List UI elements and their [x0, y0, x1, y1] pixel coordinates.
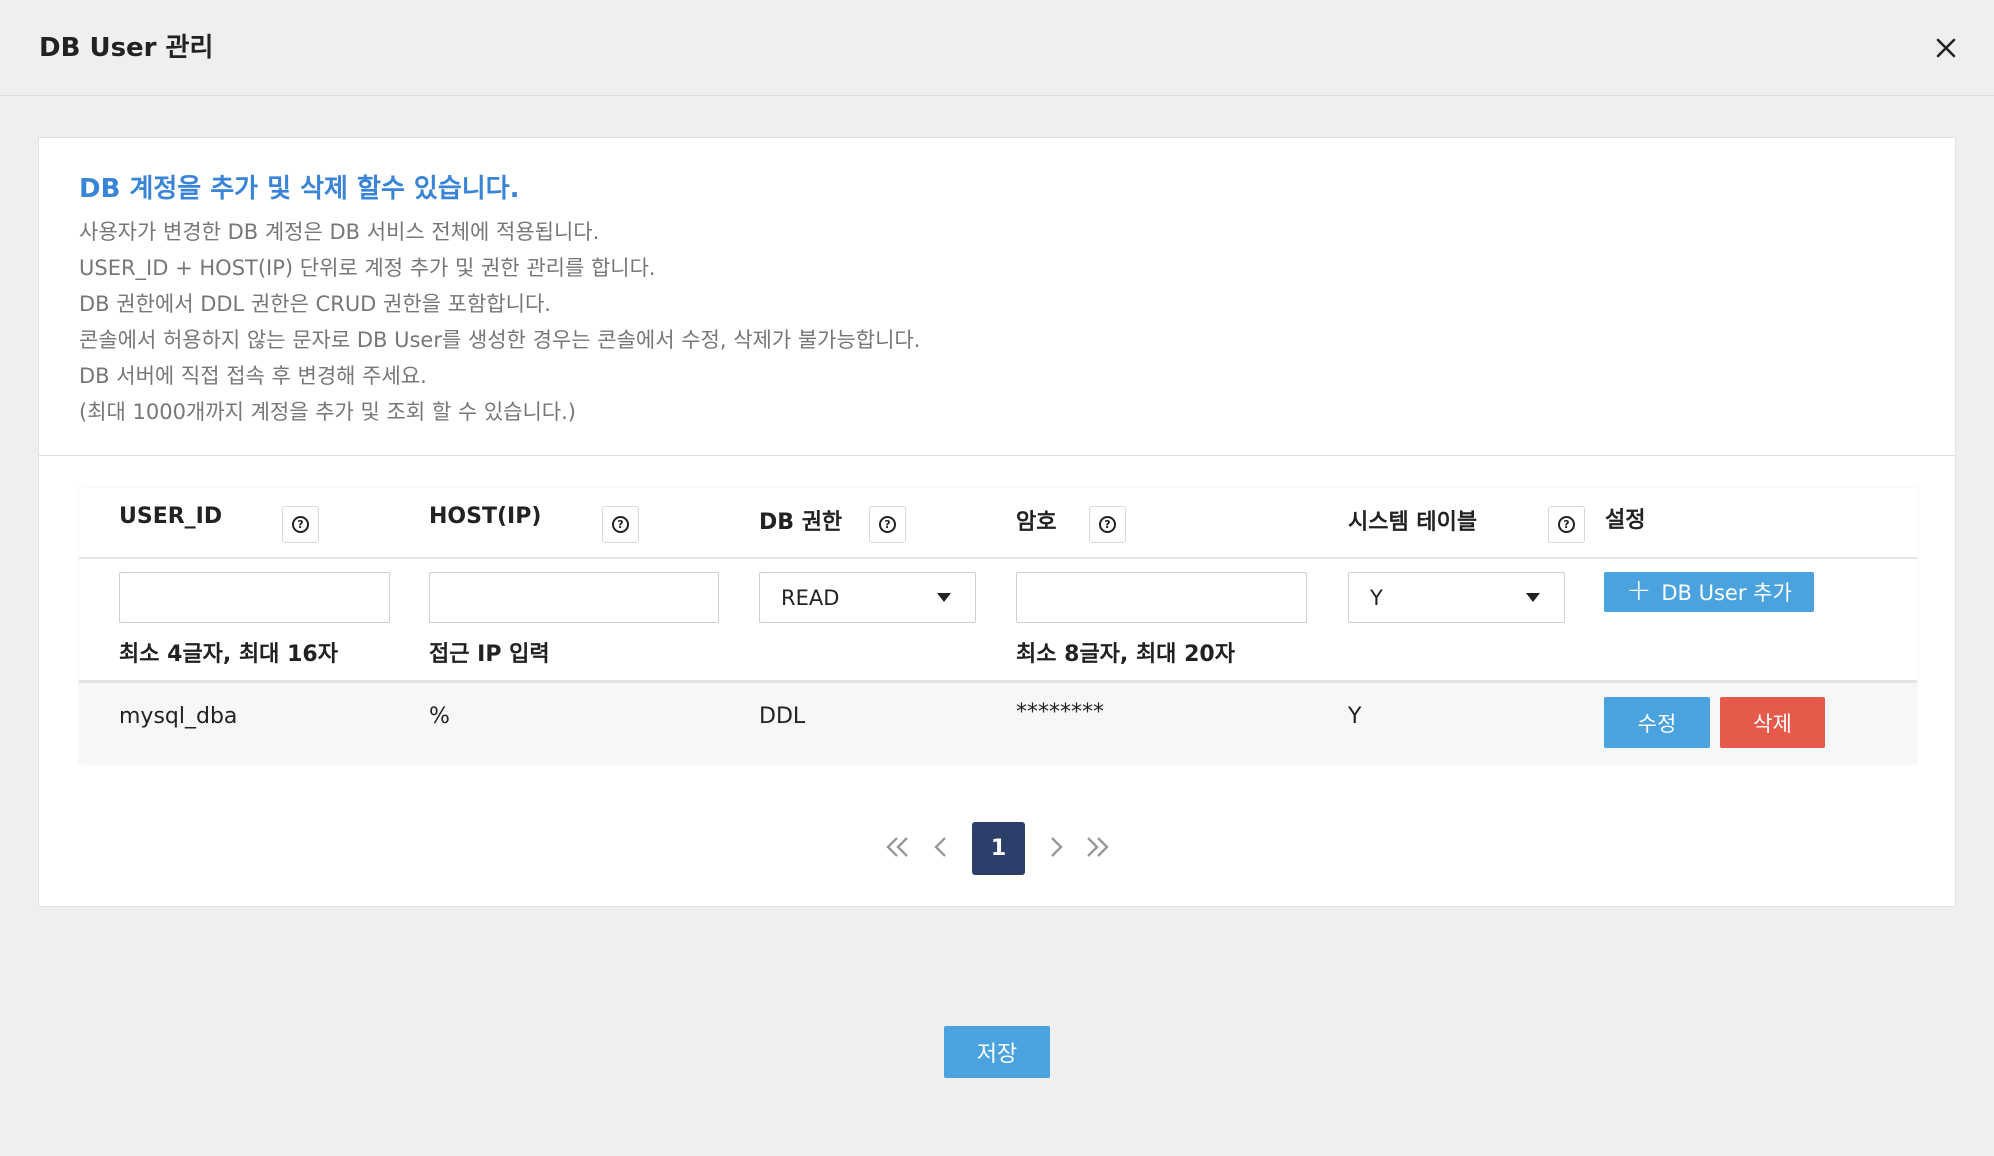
info-line: DB 서버에 직접 접속 후 변경해 주세요.	[79, 364, 427, 388]
db-user-table: USER_ID ? HOST(IP) ? DB 권한 ? 암호 ? 시스템 테이…	[79, 488, 1917, 764]
first-page-icon[interactable]	[879, 821, 919, 873]
close-icon[interactable]	[1928, 30, 1964, 66]
column-header-system-table: 시스템 테이블	[1348, 510, 1478, 535]
column-header-host: HOST(IP)	[429, 504, 542, 529]
caret-down-icon	[937, 593, 951, 602]
info-line: DB 권한에서 DDL 권한은 CRUD 권한을 포함합니다.	[79, 292, 551, 316]
plus-icon: +	[1626, 572, 1652, 608]
cell-privilege: DDL	[759, 704, 806, 729]
help-icon[interactable]: ?	[1548, 506, 1585, 543]
help-icon[interactable]: ?	[869, 506, 906, 543]
content-panel: DB 계정을 추가 및 삭제 할수 있습니다. 사용자가 변경한 DB 계정은 …	[38, 137, 1956, 907]
column-header-privilege: DB 권한	[759, 510, 843, 535]
info-line: USER_ID + HOST(IP) 단위로 계정 추가 및 권한 관리를 합니…	[79, 256, 656, 280]
dialog-title: DB User 관리	[39, 33, 214, 63]
cell-user-id: mysql_dba	[119, 704, 238, 729]
system-table-select[interactable]: Y	[1348, 572, 1565, 623]
add-db-user-label: DB User 추가	[1661, 581, 1792, 605]
help-icon[interactable]: ?	[1089, 506, 1126, 543]
user-id-input[interactable]	[119, 572, 390, 623]
host-input[interactable]	[429, 572, 719, 623]
header-divider	[79, 557, 1917, 559]
column-header-user-id: USER_ID	[119, 504, 223, 529]
user-id-hint: 최소 4글자, 최대 16자	[119, 642, 338, 667]
add-db-user-button[interactable]: + DB User 추가	[1604, 572, 1814, 612]
prev-page-icon[interactable]	[921, 821, 961, 873]
info-line: (최대 1000개까지 계정을 추가 및 조회 할 수 있습니다.)	[79, 400, 576, 424]
password-hint: 최소 8글자, 최대 20자	[1016, 642, 1235, 667]
help-icon[interactable]: ?	[602, 506, 639, 543]
password-input[interactable]	[1016, 572, 1307, 623]
column-header-password: 암호	[1016, 510, 1057, 535]
system-table-select-value: Y	[1370, 586, 1383, 610]
dialog-header: DB User 관리	[0, 0, 1994, 96]
edit-button[interactable]: 수정	[1604, 697, 1710, 748]
host-hint: 접근 IP 입력	[429, 642, 550, 667]
help-icon[interactable]: ?	[282, 506, 319, 543]
info-title: DB 계정을 추가 및 삭제 할수 있습니다.	[79, 174, 520, 204]
cell-host: %	[429, 704, 450, 729]
divider	[39, 455, 1955, 456]
last-page-icon[interactable]	[1076, 821, 1116, 873]
next-page-icon[interactable]	[1036, 821, 1076, 873]
cell-password: ********	[1016, 700, 1104, 725]
save-button[interactable]: 저장	[944, 1026, 1050, 1078]
delete-button[interactable]: 삭제	[1720, 697, 1825, 748]
page-1-button[interactable]: 1	[972, 822, 1025, 875]
privilege-select[interactable]: READ	[759, 572, 976, 623]
table-row: mysql_dba % DDL ******** Y 수정 삭제	[79, 683, 1917, 764]
column-header-settings: 설정	[1605, 508, 1646, 533]
info-line: 콘솔에서 허용하지 않는 문자로 DB User를 생성한 경우는 콘솔에서 수…	[79, 328, 921, 352]
cell-system-table: Y	[1348, 704, 1362, 729]
caret-down-icon	[1526, 593, 1540, 602]
info-line: 사용자가 변경한 DB 계정은 DB 서비스 전체에 적용됩니다.	[79, 220, 600, 244]
privilege-select-value: READ	[781, 586, 840, 610]
